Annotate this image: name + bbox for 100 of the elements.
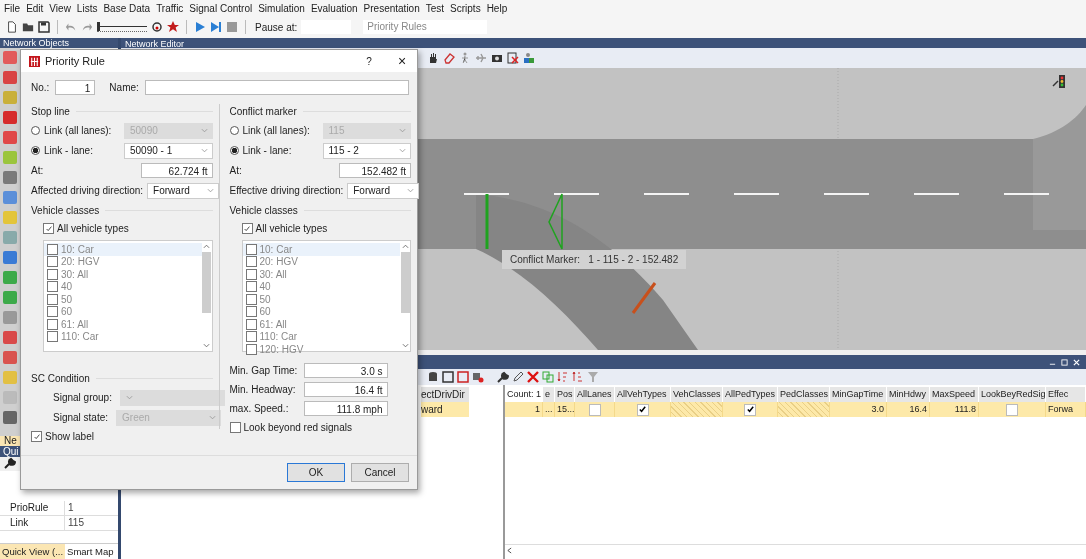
column-header[interactable]: Count: 1 [505, 387, 543, 402]
checkbox[interactable] [245, 243, 257, 255]
list-item[interactable]: 60 [61, 306, 73, 318]
scroll-up-icon[interactable] [401, 244, 409, 249]
dropdown[interactable]: 115 - 2 [322, 142, 411, 159]
checkbox[interactable] [31, 431, 42, 442]
camera-icon[interactable] [491, 52, 503, 64]
checkbox[interactable] [245, 318, 257, 330]
refresh-icon[interactable] [151, 21, 163, 33]
step-forward-icon[interactable] [210, 21, 222, 33]
3d-view-icon[interactable] [523, 52, 535, 64]
close-icon[interactable] [527, 371, 539, 383]
maximize-icon[interactable] [1061, 358, 1068, 366]
eraser-icon[interactable] [443, 52, 455, 64]
traffic-light-icon[interactable] [1052, 75, 1065, 88]
dropdown[interactable]: Forward [347, 182, 420, 199]
input-field[interactable]: 3.0 s [303, 363, 388, 378]
list-item[interactable]: 61: All [259, 318, 287, 330]
dropdown[interactable]: Forward [147, 182, 220, 199]
checkbox[interactable] [229, 422, 241, 433]
list-item[interactable]: 30: All [259, 268, 287, 280]
folder-icon[interactable] [22, 21, 34, 33]
panel-tab[interactable]: Quick View (... [0, 544, 66, 559]
menu-item[interactable]: Help [486, 2, 508, 14]
list-item[interactable]: 61: All [61, 318, 89, 330]
input-field[interactable]: 16.4 ft [303, 382, 388, 397]
radio-button[interactable] [31, 146, 40, 155]
table-row[interactable]: 1 ... 15... 3.0 16.4 111.8 Forwa [505, 402, 1086, 417]
menu-item[interactable]: Signal Control [189, 2, 253, 14]
list-item[interactable]: 120: HGV [259, 343, 304, 355]
list-item[interactable]: 30: All [61, 268, 89, 280]
radio-button[interactable] [229, 126, 239, 135]
menu-item[interactable]: Evaluation [310, 2, 358, 14]
menu-item[interactable]: View [49, 2, 71, 14]
hand-icon[interactable] [427, 52, 439, 64]
checkbox[interactable] [47, 243, 58, 255]
view-dropdown[interactable]: Priority Rules [363, 20, 488, 34]
airplane-icon[interactable] [475, 52, 487, 64]
save-icon[interactable] [442, 371, 454, 383]
checkbox[interactable] [47, 281, 58, 293]
radio-button[interactable] [31, 126, 40, 135]
checkbox[interactable] [43, 223, 54, 234]
menu-item[interactable]: Edit [26, 2, 44, 14]
menu-item[interactable]: Base Data [103, 2, 151, 14]
name-field[interactable] [144, 80, 409, 95]
number-field[interactable]: 1 [55, 80, 96, 95]
checkbox[interactable] [245, 343, 257, 355]
scroll-left-icon[interactable] [505, 545, 513, 555]
list-item[interactable]: 20: HGV [61, 256, 100, 268]
checkbox[interactable] [241, 223, 253, 234]
radio-button[interactable] [229, 146, 239, 155]
menu-item[interactable]: Simulation [258, 2, 305, 14]
checkbox[interactable] [245, 306, 257, 318]
menu-item[interactable]: Presentation [363, 2, 420, 14]
wrench-icon[interactable] [497, 371, 509, 383]
wrench-icon[interactable] [4, 457, 16, 469]
menu-item[interactable]: Lists [76, 2, 98, 14]
checkbox[interactable] [245, 256, 257, 268]
close-button[interactable]: × [395, 53, 409, 69]
input-field[interactable]: 111.8 mph [303, 401, 388, 416]
checkbox[interactable] [47, 293, 58, 305]
column-header[interactable]: ectDrivDir [421, 387, 469, 402]
delete-icon[interactable] [507, 52, 519, 64]
stop-icon[interactable] [226, 21, 238, 33]
sync-icon[interactable] [472, 371, 484, 383]
sort-descending-icon[interactable] [572, 371, 584, 383]
scroll-up-icon[interactable] [203, 244, 210, 249]
checkbox[interactable] [47, 318, 58, 330]
scroll-down-icon[interactable] [203, 343, 210, 348]
list-item[interactable]: 50 [259, 293, 271, 305]
scroll-down-icon[interactable] [401, 343, 409, 348]
checkbox[interactable] [47, 331, 58, 343]
position-field[interactable]: 62.724 ft [140, 163, 213, 178]
sort-ascending-icon[interactable] [557, 371, 569, 383]
slider-thumb[interactable] [97, 22, 100, 31]
pedestrian-icon[interactable] [459, 52, 471, 64]
save-icon[interactable] [38, 21, 50, 33]
checkbox[interactable] [47, 256, 58, 268]
position-field[interactable]: 152.482 ft [339, 163, 411, 178]
help-button[interactable]: ? [362, 55, 376, 67]
list-item[interactable]: 40 [61, 281, 73, 293]
list-item[interactable]: Ne [0, 436, 20, 446]
menu-item[interactable]: Test [425, 2, 445, 14]
checkbox[interactable] [636, 403, 649, 416]
list-item[interactable]: 60 [259, 306, 271, 318]
menu-item[interactable]: File [4, 2, 21, 14]
list-item[interactable]: 20: HGV [259, 256, 298, 268]
dropdown[interactable]: 50090 - 1 [124, 142, 213, 159]
checkbox[interactable] [588, 403, 601, 416]
database-icon[interactable] [427, 371, 439, 383]
new-file-icon[interactable] [6, 21, 18, 33]
checkbox[interactable] [744, 403, 756, 416]
dialog-button[interactable]: Cancel [351, 463, 409, 482]
menu-item[interactable]: Scripts [450, 2, 481, 14]
panel-tab[interactable]: Smart Map [65, 544, 116, 559]
star-icon[interactable] [167, 21, 179, 33]
list-item[interactable]: 50 [61, 293, 73, 305]
pencil-icon[interactable] [512, 371, 524, 383]
menu-item[interactable]: Traffic [156, 2, 184, 14]
checkbox[interactable] [47, 306, 58, 318]
